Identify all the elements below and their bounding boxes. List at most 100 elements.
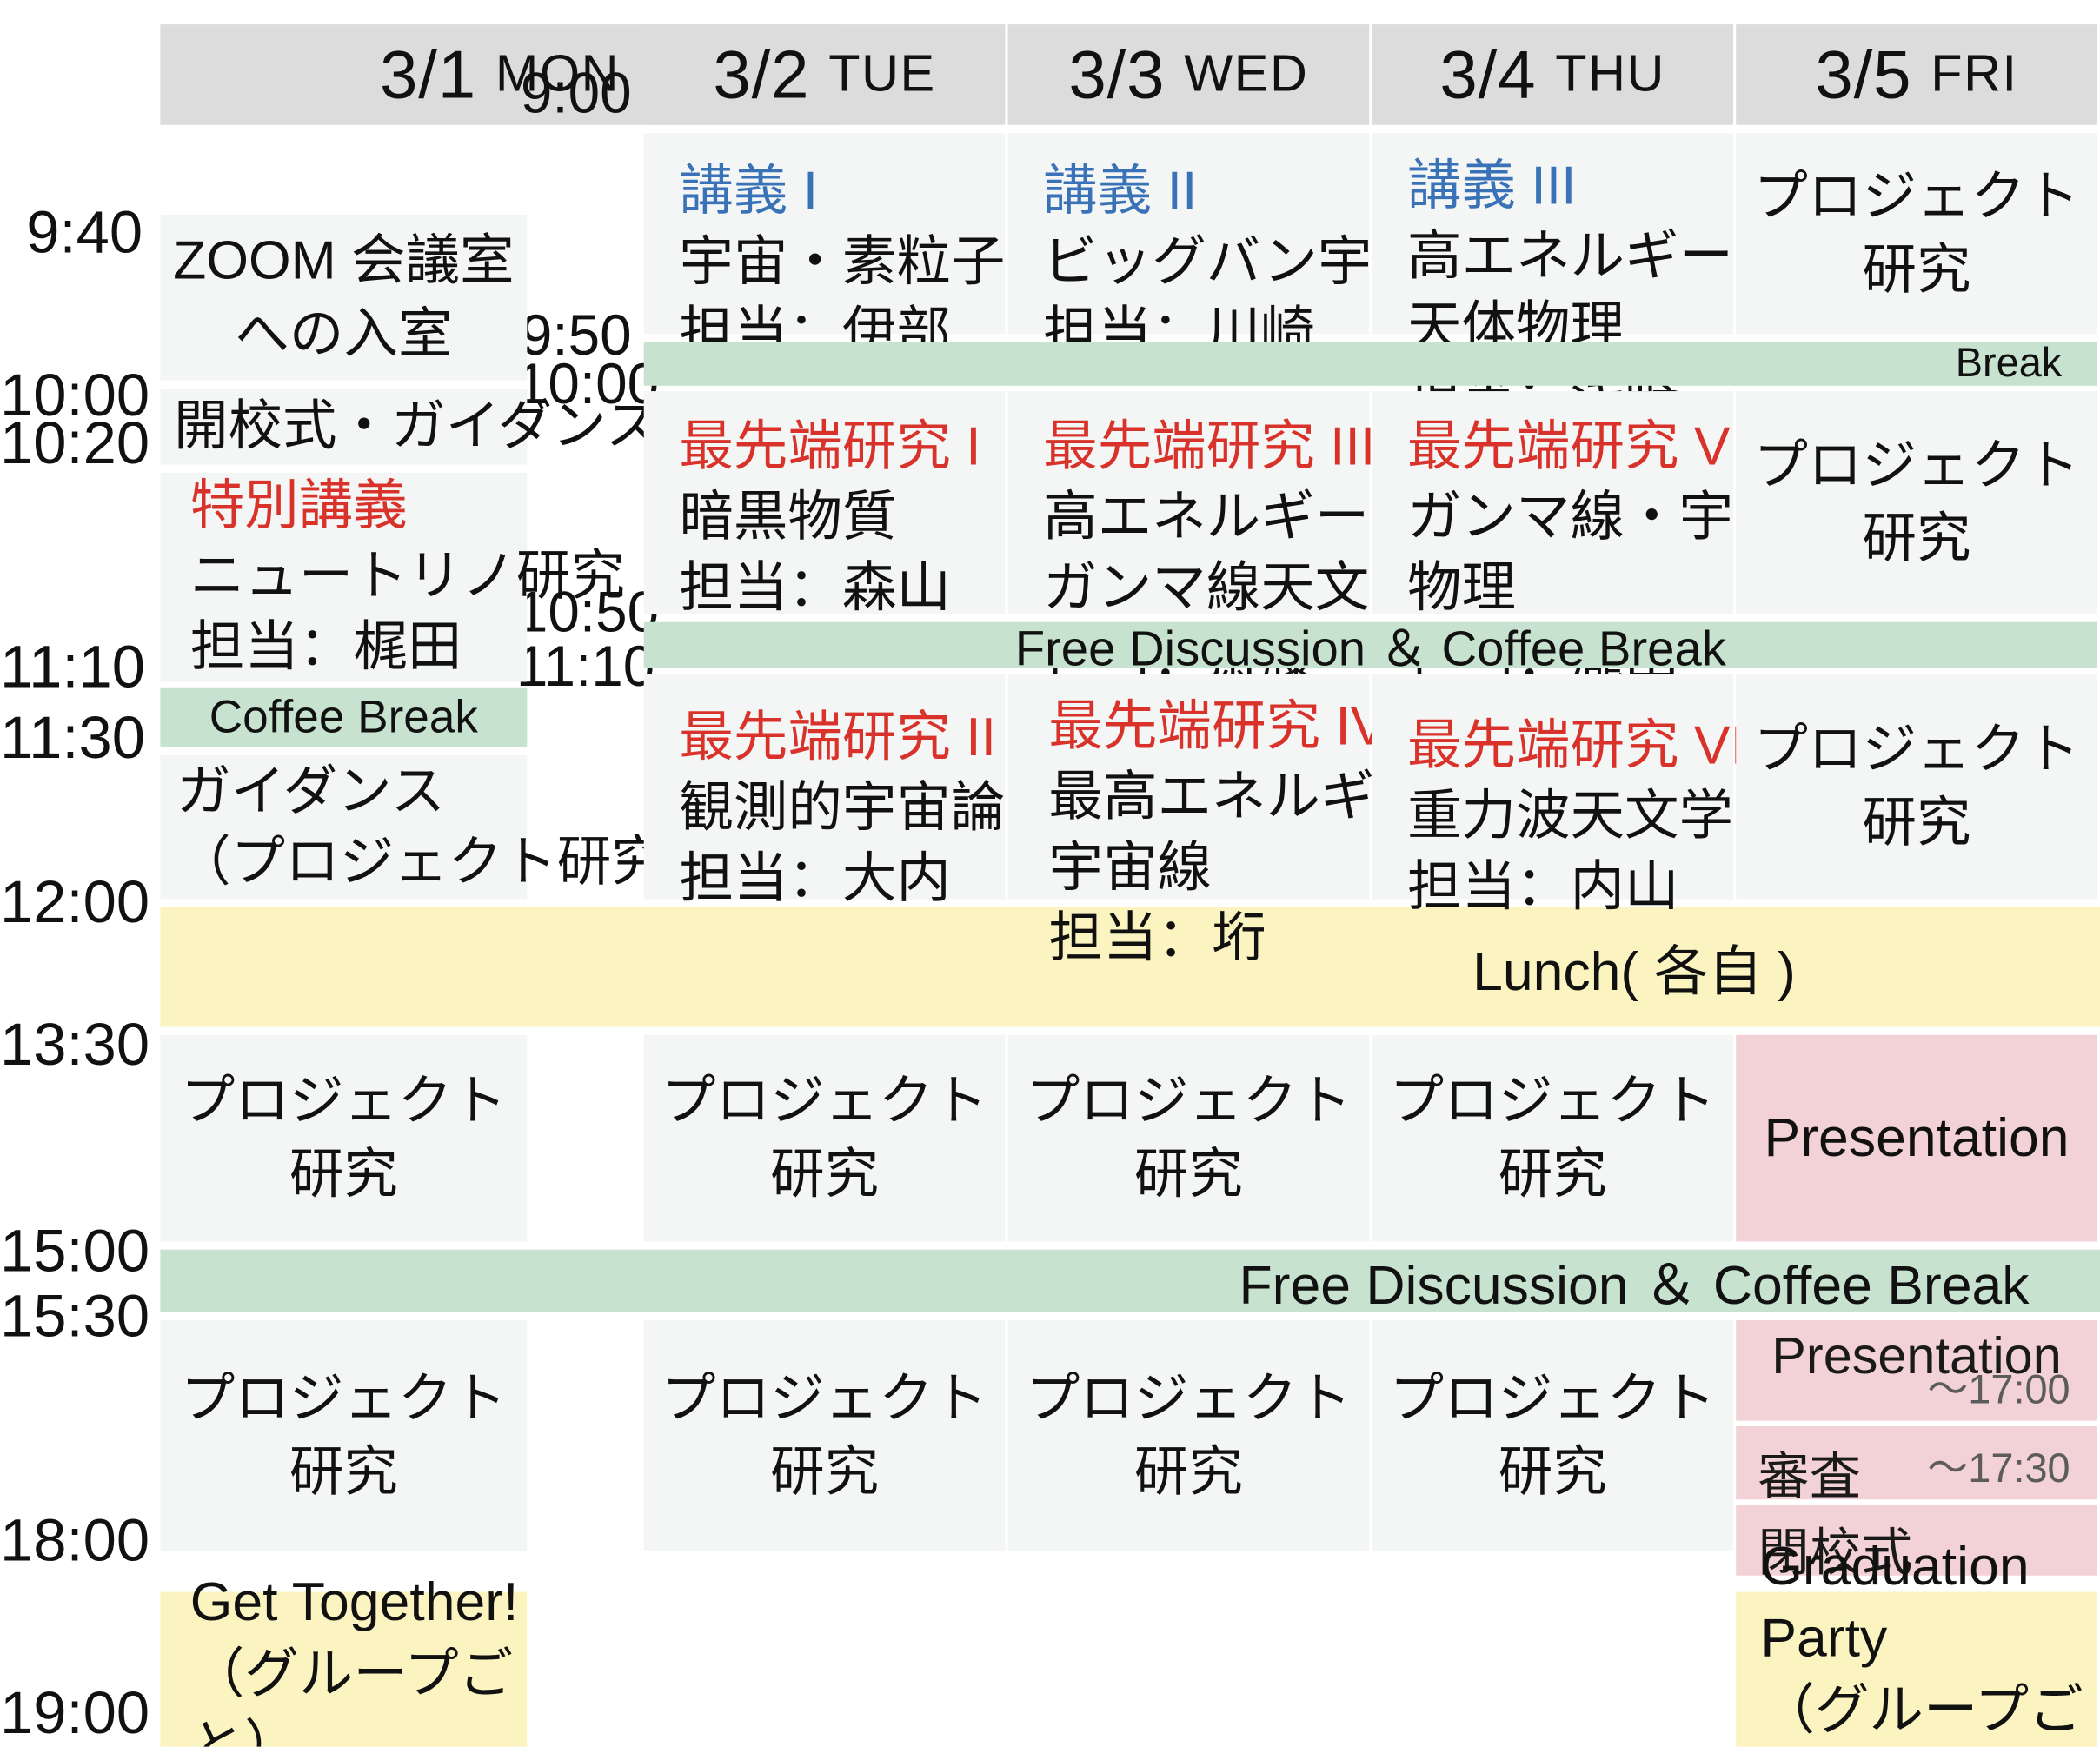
thu-project-pm1-cell: プロジェクト研究 <box>1372 1034 1734 1242</box>
fri-project-3-cell: プロジェクト研究 <box>1736 674 2097 900</box>
mon-project-pm1-text: プロジェクト研究 <box>180 1072 507 1206</box>
thu-research-1-cell: 最先端研究 V ガンマ線・宇宙線 物理 担当：瀧田 <box>1372 391 1843 689</box>
wed-research-2-topic-line2: 宇宙線 <box>1048 838 1212 899</box>
day-header-date: 3/2 <box>713 37 810 113</box>
wed-research-1-cell: 最先端研究 III 高エネルギー ガンマ線天文学 担当：齋藤 <box>1007 391 1424 689</box>
mon-get-together-cell: Get Together! （グループごと） <box>160 1572 528 1747</box>
wed-research-2-text: 最先端研究 IV 最高エネルギー 宇宙線 担当：垳 <box>1048 693 1430 974</box>
time-label-1130: 11:30 <box>0 705 145 772</box>
fri-review-cell: 審査 〜17:30 <box>1736 1425 2097 1506</box>
mon-guidance-line1: ガイダンス <box>176 761 445 822</box>
time-label-1200: 12:00 <box>0 869 150 936</box>
time-label-1020: 10:20 <box>0 409 150 477</box>
fri-project-2-text: プロジェクト研究 <box>1753 435 2080 569</box>
mon-project-pm1-cell: プロジェクト研究 <box>160 1034 528 1242</box>
thu-lecture-cell: 講義 III 高エネルギー 天体物理 担当：浅野 <box>1372 133 1734 428</box>
thu-research-1-topic-line1: ガンマ線・宇宙線 <box>1407 488 1843 548</box>
mon-project-pm2-text: プロジェクト研究 <box>180 1369 507 1503</box>
tue-research-2-tag: 最先端研究 II <box>679 707 997 767</box>
tue-research-2-cell: 最先端研究 II 観測的宇宙論 担当：大内 <box>643 674 1006 909</box>
thu-research-2-teacher: 担当：内山 <box>1407 857 1679 918</box>
wed-lecture-topic: ビッグバン宇宙 <box>1043 232 1426 293</box>
morning-break-band: Break <box>643 341 2097 386</box>
tue-research-2-topic: 観測的宇宙論 <box>679 778 1006 839</box>
mon-zoom-entry-cell: ZOOM 会議室 への入室 <box>160 214 528 381</box>
time-label-1110: 11:10 <box>0 634 145 701</box>
mon-get-together-line2: （グループごと） <box>189 1644 514 1747</box>
fri-presentation-pm1-cell: Presentation <box>1736 1034 2097 1242</box>
wed-lecture-cell: 講義 II ビッグバン宇宙 担当：川崎 <box>1007 133 1426 363</box>
tue-lecture-topic: 宇宙・素粒子 <box>679 232 1006 293</box>
thu-research-2-text: 最先端研究 VI 重力波天文学 担当：内山 <box>1407 712 1745 923</box>
thu-project-pm2-cell: プロジェクト研究 <box>1372 1319 1734 1551</box>
time-label-1800: 18:00 <box>0 1507 150 1575</box>
mon-get-together-line1: Get Together! <box>189 1572 519 1633</box>
tue-research-2-text: 最先端研究 II 観測的宇宙論 担当：大内 <box>679 704 1006 915</box>
thu-lecture-tag: 講義 III <box>1407 156 1577 216</box>
day-header-tue: 3/2 TUE <box>643 24 1006 125</box>
wed-project-pm1-text: プロジェクト研究 <box>1025 1072 1352 1206</box>
afternoon-free-discussion-band: Free Discussion ＆ Coffee Break <box>160 1249 2100 1316</box>
wed-research-2-tag: 最先端研究 IV <box>1048 696 1387 757</box>
mon-guidance-text: ガイダンス （プロジェクト研究） <box>176 756 721 898</box>
mon-special-lecture-text: 特別講義 ニュートリノ研究 担当：梶田 <box>189 472 625 683</box>
tue-research-1-topic: 暗黒物質 <box>679 488 897 548</box>
day-header-dow: FRI <box>1931 45 2018 103</box>
mon-get-together-text: Get Together! （グループごと） <box>189 1567 528 1747</box>
wed-lecture-tag: 講義 II <box>1043 161 1198 222</box>
thu-lecture-topic-line1: 高エネルギー <box>1407 227 1734 288</box>
fri-presentation-pm1-text: Presentation <box>1764 1108 2070 1168</box>
schedule-table: 3/1 MON 3/2 TUE 3/3 WED 3/4 THU 3/5 FRI … <box>0 0 2100 1747</box>
mon-special-lecture-cell: 特別講義 ニュートリノ研究 担当：梶田 <box>160 472 625 683</box>
wed-project-pm2-cell: プロジェクト研究 <box>1007 1319 1370 1551</box>
tue-lecture-cell: 講義 I 宇宙・素粒子 担当：伊部 <box>643 133 1006 363</box>
fri-project-3-text: プロジェクト研究 <box>1753 720 2080 854</box>
mon-opening-cell: 開校式・ガイダンス <box>160 388 660 465</box>
time-label-1900: 19:00 <box>0 1680 150 1747</box>
tue-project-pm2-cell: プロジェクト研究 <box>643 1319 1006 1551</box>
fri-graduation-party-cell: Graduation Party （グループごと） <box>1736 1537 2097 1747</box>
fri-presentation-pm2-endtime: 〜17:00 <box>1927 1367 2070 1413</box>
tue-project-pm1-cell: プロジェクト研究 <box>643 1034 1006 1242</box>
fri-review-text: 審査 <box>1758 1449 1861 1507</box>
thu-project-pm2-text: プロジェクト研究 <box>1389 1369 1716 1503</box>
wed-research-2-cell: 最先端研究 IV 最高エネルギー 宇宙線 担当：垳 <box>1007 674 1429 969</box>
time-label-0900: 9:00 <box>520 61 632 125</box>
wed-lecture-text: 講義 II ビッグバン宇宙 担当：川崎 <box>1043 157 1426 369</box>
tue-project-pm1-text: プロジェクト研究 <box>661 1072 988 1206</box>
fri-project-1-cell: プロジェクト研究 <box>1736 133 2097 335</box>
tue-research-1-text: 最先端研究 I 暗黒物質 担当：森山 <box>679 413 991 624</box>
fri-graduation-line2: （グループごと） <box>1760 1680 2083 1740</box>
thu-research-2-cell: 最先端研究 VI 重力波天文学 担当：内山 <box>1372 674 1745 917</box>
mon-project-pm2-cell: プロジェクト研究 <box>160 1319 528 1551</box>
time-label-0940: 9:40 <box>26 199 143 267</box>
mon-opening-text: 開校式・ガイダンス <box>174 396 660 457</box>
time-label-1500: 15:00 <box>0 1218 150 1285</box>
mon-special-lecture-teacher: 担当：梶田 <box>189 617 462 678</box>
day-header-date: 3/4 <box>1439 37 1537 113</box>
tue-research-1-tag: 最先端研究 I <box>679 416 981 477</box>
time-label-1110-inner: 11:10 <box>515 634 655 699</box>
mon-guidance-cell: ガイダンス （プロジェクト研究） <box>160 754 721 900</box>
mon-special-lecture-topic: ニュートリノ研究 <box>189 547 625 607</box>
wed-research-2-topic-line1: 最高エネルギー <box>1048 767 1430 828</box>
day-header-thu: 3/4 THU <box>1372 24 1734 125</box>
thu-research-1-tag: 最先端研究 V <box>1407 416 1731 477</box>
mon-special-lecture-tag: 特別講義 <box>189 475 408 536</box>
morning-free-discussion-band: Free Discussion ＆ Coffee Break <box>643 621 2097 676</box>
thu-research-2-topic: 重力波天文学 <box>1407 787 1734 847</box>
mon-zoom-entry-line2: への入室 <box>235 304 453 364</box>
thu-research-2-tag: 最先端研究 VI <box>1407 715 1745 776</box>
fri-presentation-pm2-cell: Presentation 〜17:00 <box>1736 1319 2097 1421</box>
day-header-date: 3/1 <box>380 37 477 113</box>
day-header-date: 3/5 <box>1815 37 1912 113</box>
fri-graduation-line1: Graduation Party <box>1760 1537 2030 1669</box>
mon-guidance-line2: （プロジェクト研究） <box>176 832 721 893</box>
day-header-fri: 3/5 FRI <box>1736 24 2097 125</box>
time-label-1530: 15:30 <box>0 1283 150 1351</box>
wed-research-2-teacher: 担当：垳 <box>1048 908 1266 969</box>
day-header-date: 3/3 <box>1068 37 1166 113</box>
fri-project-1-text: プロジェクト研究 <box>1753 167 2080 301</box>
fri-graduation-party-text: Graduation Party （グループごと） <box>1760 1531 2097 1747</box>
mon-zoom-entry-text: ZOOM 会議室 への入室 <box>160 224 527 371</box>
